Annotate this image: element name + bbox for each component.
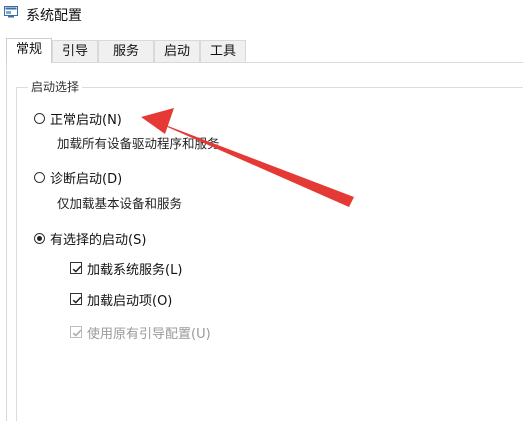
diagnostic-startup-radio[interactable] [34,171,45,183]
diagnostic-startup-option[interactable]: 诊断启动(D) [34,168,123,187]
window-title: 系统配置 [26,8,82,24]
normal-startup-description: 加载所有设备驱动程序和服务 [57,136,220,151]
load-system-services-option[interactable]: 加载系统服务(L) [70,259,183,278]
selective-startup-radio[interactable] [34,232,45,244]
normal-startup-radio[interactable] [34,112,45,124]
checkmark-icon [72,265,82,273]
msconfig-icon [4,6,18,18]
use-original-boot-config-option: 使用原有引导配置(U) [70,323,211,342]
group-legend: 启动选择 [28,78,83,95]
use-original-boot-config-checkbox [70,326,82,338]
normal-startup-option[interactable]: 正常启动(N) [34,109,122,128]
use-original-boot-config-label: 使用原有引导配置(U) [87,326,211,342]
tab-strip: 常规 引导 服务 启动 工具 [6,38,518,63]
checkmark-icon [72,296,82,304]
tab-tools[interactable]: 工具 [200,40,246,62]
normal-startup-label: 正常启动(N) [50,112,122,128]
system-config-window: 系统配置 常规 引导 服务 启动 工具 启动选择 正常启动(N) 加载所有设备驱… [0,0,523,421]
load-system-services-checkbox[interactable] [70,262,82,274]
title-bar: 系统配置 [0,0,523,30]
selective-startup-option[interactable]: 有选择的启动(S) [34,229,147,248]
load-startup-items-label: 加载启动项(O) [87,293,173,309]
diagnostic-startup-label: 诊断启动(D) [50,171,123,187]
diagnostic-startup-description: 仅加载基本设备和服务 [57,196,183,211]
load-startup-items-option[interactable]: 加载启动项(O) [70,290,173,309]
selective-startup-label: 有选择的启动(S) [50,232,147,248]
load-startup-items-checkbox[interactable] [70,293,82,305]
tab-boot[interactable]: 引导 [52,40,98,62]
tab-general[interactable]: 常规 [6,38,52,63]
load-system-services-label: 加载系统服务(L) [87,262,183,278]
checkmark-icon [72,329,82,337]
tab-services[interactable]: 服务 [98,40,154,62]
tab-startup[interactable]: 启动 [154,40,200,62]
